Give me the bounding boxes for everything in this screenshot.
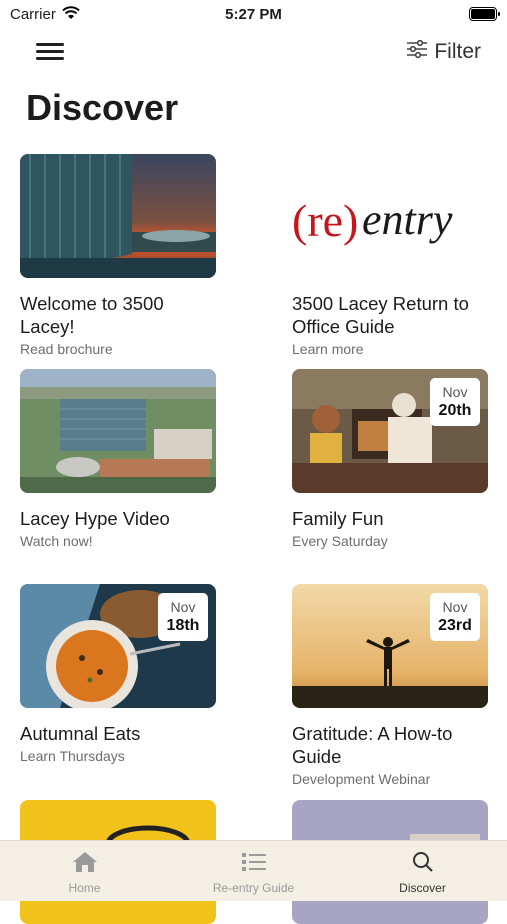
card-title: Family Fun <box>292 508 384 529</box>
card-autumnal-eats[interactable]: Nov 18th Autumnal Eats Learn Thursdays <box>20 584 216 764</box>
card-title: 3500 Lacey Return to Office Guide <box>292 293 469 337</box>
badge-month: Nov <box>170 599 196 615</box>
date-badge: Nov 18th <box>158 593 208 641</box>
card-title: Welcome to 3500 Lacey! <box>20 293 164 337</box>
card-image <box>20 369 216 493</box>
badge-month: Nov <box>442 384 468 400</box>
tab-discover[interactable]: Discover <box>338 841 507 901</box>
card-welcome[interactable]: Welcome to 3500 Lacey! Read brochure <box>20 154 216 357</box>
filter-label: Filter <box>434 40 481 63</box>
card-subtitle: Learn Thursdays <box>20 748 125 764</box>
card-title: Autumnal Eats <box>20 723 141 744</box>
card-image: Nov 18th <box>20 584 216 708</box>
card-image <box>20 154 216 278</box>
card-title: Gratitude: A How-to Guide <box>292 723 453 767</box>
list-icon <box>240 850 268 877</box>
battery-icon <box>469 7 500 21</box>
tab-label: Home <box>68 881 101 895</box>
svg-text:entry: entry <box>362 195 453 244</box>
badge-month: Nov <box>442 599 468 615</box>
hamburger-menu-icon[interactable] <box>36 40 64 64</box>
card-family-fun[interactable]: Nov 20th Family Fun Every Saturday <box>292 369 488 549</box>
filter-button[interactable]: Filter <box>406 39 481 64</box>
page-title: Discover <box>26 87 179 128</box>
date-badge: Nov 20th <box>430 378 480 426</box>
card-subtitle: Every Saturday <box>292 533 388 549</box>
card-gratitude[interactable]: Nov 23rd Gratitude: A How-to Guide Devel… <box>292 584 488 787</box>
card-subtitle: Learn more <box>292 341 364 357</box>
tab-reentry-guide[interactable]: Re-entry Guide <box>169 841 338 901</box>
badge-day: 23rd <box>438 617 472 634</box>
card-hype-video[interactable]: Lacey Hype Video Watch now! <box>20 369 216 549</box>
card-subtitle: Development Webinar <box>292 771 431 787</box>
tab-bar: Home Re-entry Guide Discover <box>0 840 507 901</box>
tab-home[interactable]: Home <box>0 841 169 901</box>
status-bar: Carrier 5:27 PM <box>0 0 507 28</box>
home-icon <box>71 850 99 877</box>
search-icon <box>409 850 437 877</box>
card-image: Nov 20th <box>292 369 488 493</box>
card-title: Lacey Hype Video <box>20 508 170 529</box>
clock: 5:27 PM <box>225 6 282 23</box>
badge-day: 20th <box>438 402 472 419</box>
card-subtitle: Read brochure <box>20 341 113 357</box>
svg-text:(re): (re) <box>292 195 358 246</box>
card-return-guide[interactable]: (re) entry 3500 Lacey Return to Office G… <box>292 154 488 357</box>
sliders-icon <box>406 39 428 64</box>
card-image: Nov 23rd <box>292 584 488 708</box>
date-badge: Nov 23rd <box>430 593 480 641</box>
card-subtitle: Watch now! <box>20 533 93 549</box>
reentry-logo: (re) entry <box>292 154 488 278</box>
badge-day: 18th <box>166 617 200 634</box>
tab-label: Discover <box>399 881 446 895</box>
tab-label: Re-entry Guide <box>212 881 295 895</box>
